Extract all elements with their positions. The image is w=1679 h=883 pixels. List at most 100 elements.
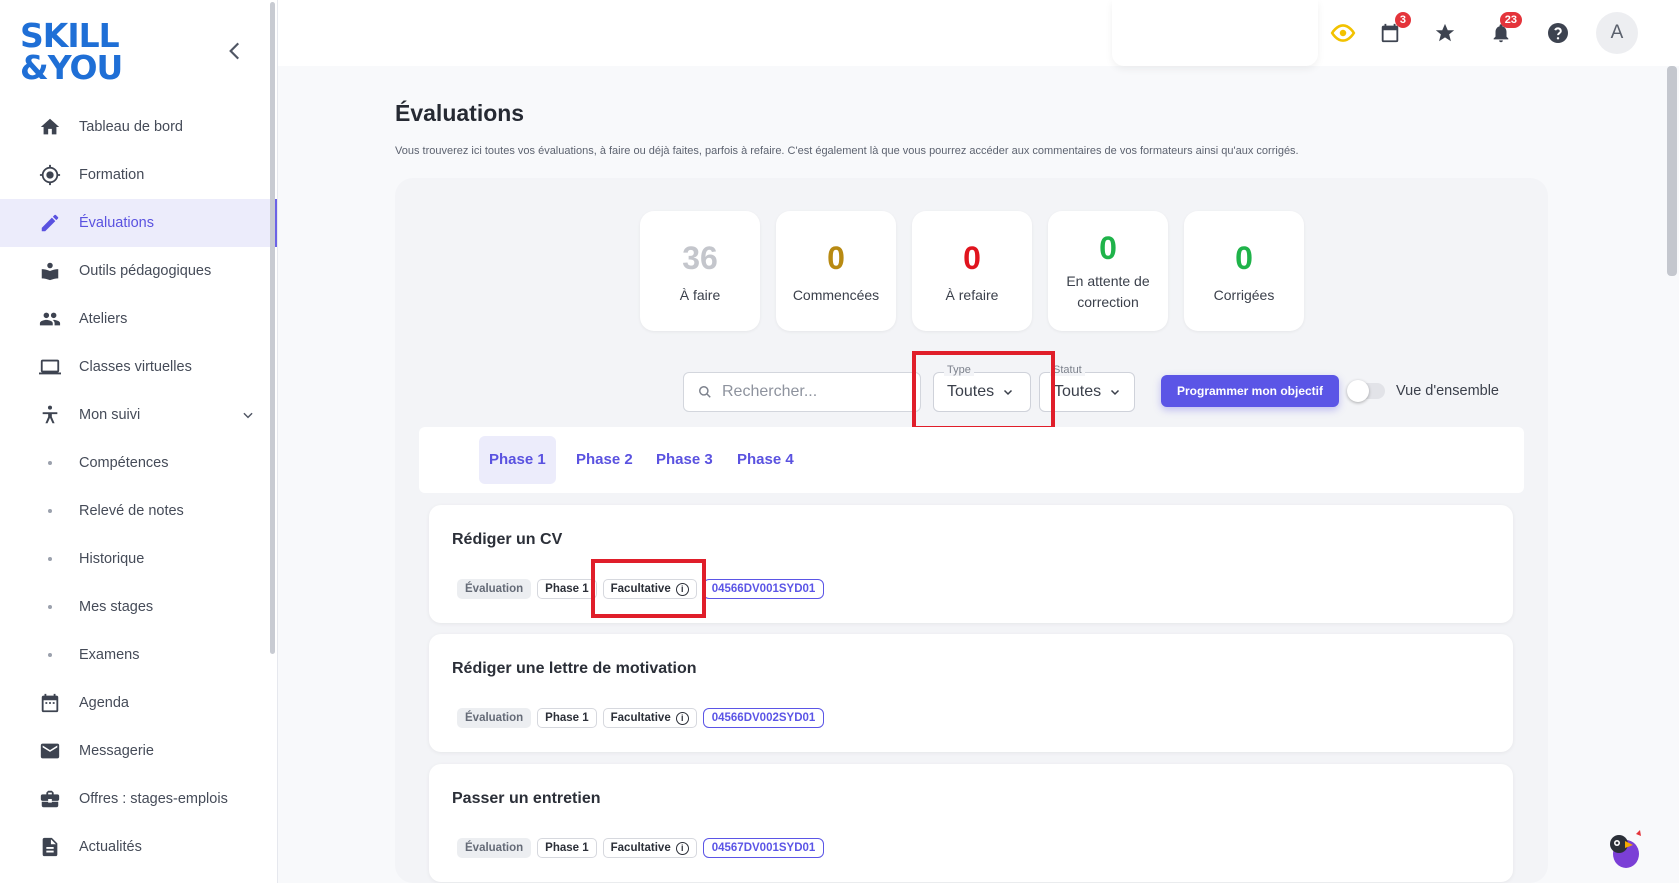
kind-chip: Évaluation (457, 708, 532, 728)
search-input[interactable] (722, 383, 902, 401)
phase-chip: Phase 1 (537, 708, 597, 728)
bullet-icon (38, 653, 62, 657)
chevron-down-icon (243, 412, 253, 419)
highlight-box-optional (591, 559, 706, 618)
favorites-button[interactable] (1432, 20, 1458, 46)
sidebar-scrollbar[interactable] (270, 2, 275, 654)
parrot-mascot-icon (1610, 830, 1641, 868)
laptop-icon (38, 355, 62, 379)
tab-phase-1[interactable]: Phase 1 (479, 436, 556, 484)
tab-phase-2[interactable]: Phase 2 (566, 436, 643, 484)
highlight-box-type (912, 351, 1055, 430)
user-avatar[interactable]: A (1596, 12, 1638, 54)
stat-label: En attente de correction (1066, 273, 1150, 310)
stat-value: 0 (1235, 240, 1253, 276)
target-icon (38, 163, 62, 187)
evaluation-title: Rédiger une lettre de motivation (452, 660, 697, 677)
sidebar-item-label: Outils pédagogiques (79, 263, 212, 279)
sidebar-item-dashboard[interactable]: Tableau de bord (0, 103, 277, 151)
chevron-left-icon (229, 42, 240, 60)
phase-chip: Phase 1 (537, 579, 597, 599)
phase-chip: Phase 1 (537, 838, 597, 858)
status-legend: Statut (1050, 364, 1085, 376)
briefcase-icon (38, 787, 62, 811)
sidebar-item-label: Mon suivi (79, 407, 141, 423)
sidebar-item-competences[interactable]: Compétences (0, 439, 277, 487)
page-scrollbar[interactable] (1667, 66, 1677, 276)
evaluation-card[interactable]: Passer un entretien Évaluation Phase 1 F… (429, 764, 1513, 882)
collapse-sidebar-button[interactable] (222, 38, 248, 64)
evaluation-title: Passer un entretien (452, 790, 601, 807)
mail-icon (38, 739, 62, 763)
sidebar-item-label: Compétences (79, 455, 169, 471)
stat-value: 0 (827, 240, 845, 276)
search-field (683, 372, 921, 412)
sidebar-item-label: Relevé de notes (79, 503, 184, 519)
stat-value: 0 (1099, 230, 1117, 266)
sidebar-item-releve-de-notes[interactable]: Relevé de notes (0, 487, 277, 535)
notifications-button[interactable]: 23 (1488, 12, 1522, 46)
search-icon (699, 386, 711, 398)
news-icon (38, 835, 62, 859)
kind-chip: Évaluation (457, 838, 532, 858)
optional-label: Facultative (610, 712, 671, 724)
star-icon (1435, 23, 1455, 42)
top-panel (1112, 0, 1318, 66)
calendar-badge: 3 (1394, 12, 1411, 28)
stat-card-commencees[interactable]: 0 Commencées (776, 211, 896, 331)
stat-card-en-attente[interactable]: 0 En attente de correction (1048, 211, 1168, 331)
code-chip: 04566DV001SYD01 (702, 579, 825, 599)
avatar-initial: A (1610, 22, 1624, 43)
stat-label: À refaire (945, 287, 999, 303)
sidebar-item-label: Ateliers (79, 311, 128, 327)
evaluation-card[interactable]: Rédiger une lettre de motivation Évaluat… (429, 634, 1513, 752)
sidebar-item-mon-suivi[interactable]: Mon suivi (0, 391, 277, 439)
sidebar-item-actualites[interactable]: Actualités (0, 823, 277, 871)
brand-logo[interactable]: SKILL &YOU (20, 19, 123, 84)
chat-assistant-button[interactable] (1602, 826, 1646, 870)
person-balance-icon (38, 403, 62, 427)
sidebar-item-offres[interactable]: Offres : stages-emplois (0, 775, 277, 823)
bullet-icon (38, 557, 62, 561)
stat-card-a-refaire[interactable]: 0 À refaire (912, 211, 1032, 331)
bullet-icon (38, 605, 62, 609)
sidebar-item-classes-virtuelles[interactable]: Classes virtuelles (0, 343, 277, 391)
overview-label: Vue d'ensemble (1396, 383, 1499, 399)
stat-card-a-faire[interactable]: 36 À faire (640, 211, 760, 331)
code-chip: 04567DV001SYD01 (702, 838, 825, 858)
group-icon (38, 307, 62, 331)
overview-toggle[interactable] (1347, 380, 1385, 402)
info-icon[interactable]: i (675, 711, 689, 725)
calendar-button[interactable]: 3 (1377, 12, 1411, 46)
optional-label: Facultative (610, 842, 671, 854)
sidebar-item-label: Offres : stages-emplois (79, 791, 228, 807)
tab-phase-4[interactable]: Phase 4 (727, 436, 804, 484)
help-button[interactable] (1545, 20, 1571, 46)
info-icon[interactable]: i (675, 841, 689, 855)
sidebar-item-label: Messagerie (79, 743, 154, 759)
tab-phase-3[interactable]: Phase 3 (646, 436, 723, 484)
bullet-icon (38, 509, 62, 513)
calendar-icon (38, 691, 62, 715)
sidebar-item-mes-stages[interactable]: Mes stages (0, 583, 277, 631)
status-value: Toutes (1054, 383, 1102, 400)
sidebar-item-label: Mes stages (79, 599, 154, 615)
pencil-icon (38, 211, 62, 235)
sidebar-item-ateliers[interactable]: Ateliers (0, 295, 277, 343)
stat-value: 36 (682, 240, 718, 276)
sidebar-item-messagerie[interactable]: Messagerie (0, 727, 277, 775)
sidebar-item-historique[interactable]: Historique (0, 535, 277, 583)
sidebar-item-outils-pedagogiques[interactable]: Outils pédagogiques (0, 247, 277, 295)
eye-icon (1330, 24, 1356, 42)
sidebar-item-formation[interactable]: Formation (0, 151, 277, 199)
sidebar-item-label: Examens (79, 647, 140, 663)
view-toggle-button[interactable] (1330, 20, 1356, 46)
sidebar-item-examens[interactable]: Examens (0, 631, 277, 679)
sidebar-item-agenda[interactable]: Agenda (0, 679, 277, 727)
notifications-badge: 23 (1499, 12, 1522, 28)
stat-card-corrigees[interactable]: 0 Corrigées (1184, 211, 1304, 331)
program-objective-button[interactable]: Programmer mon objectif (1161, 375, 1339, 407)
sidebar-item-evaluations[interactable]: Évaluations (0, 199, 277, 247)
evaluation-tags: Évaluation Phase 1 Facultative i 04566DV0… (457, 708, 825, 728)
stat-label: Commencées (792, 287, 880, 303)
